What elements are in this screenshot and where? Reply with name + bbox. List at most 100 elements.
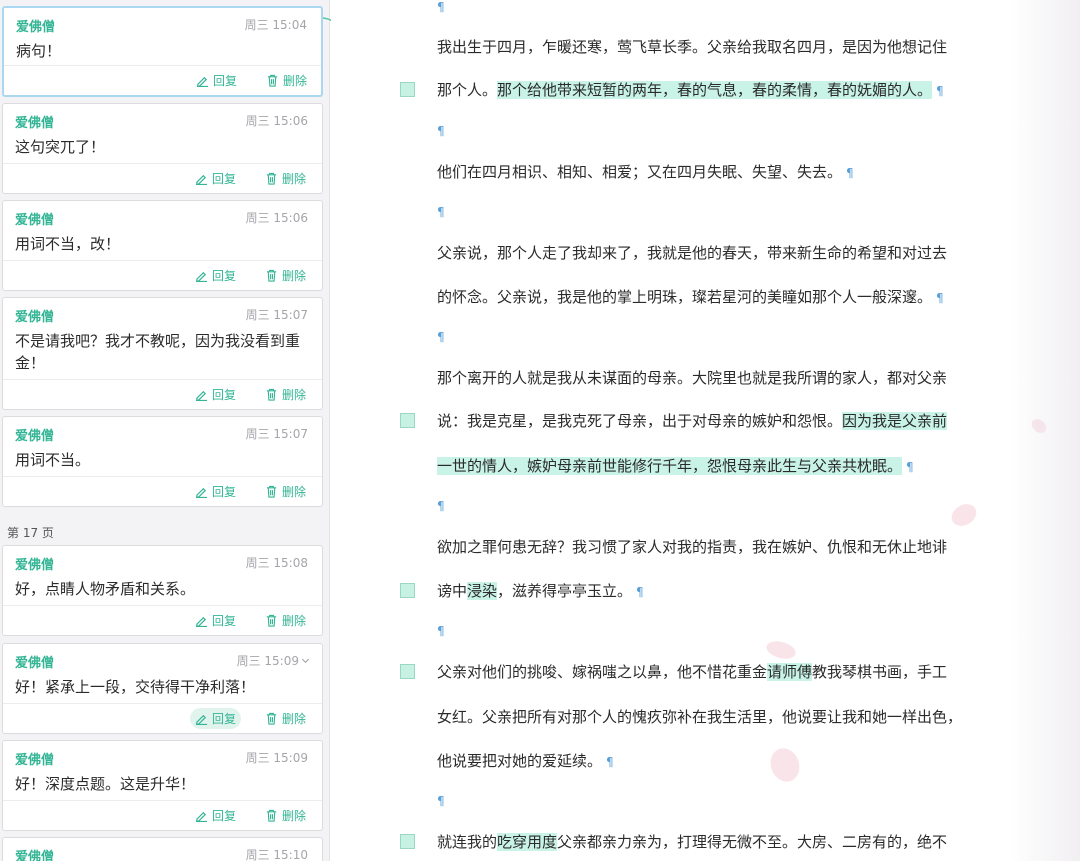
comment-card[interactable]: 爱佛僧 周三 15:09 好！深度点题。这是升华！ 回复 删除 — [2, 740, 323, 831]
comment-card[interactable]: 爱佛僧 周三 15:06 这句突兀了！ 回复 删除 — [2, 103, 323, 194]
highlighted-text[interactable]: 一世的情人，嫉妒母亲前世能修行千年，怨恨母亲此生与父亲共枕眠。 — [437, 457, 903, 475]
delete-button[interactable]: 删除 — [265, 483, 306, 500]
comment-author: 爱佛僧 — [15, 753, 55, 768]
text-run: 女红。父亲把所有对那个人的愧疚弥补在我生活里，他说要让我和她一样出色， — [437, 708, 963, 726]
paragraph-mark: ¶ — [636, 585, 644, 599]
text-run: 那个离开的人就是我从未谋面的母亲。大院里也就是我所谓的家人，都对父亲 — [437, 369, 948, 387]
highlighted-text[interactable]: 吃穿用度 — [497, 833, 558, 851]
text-run: 父亲对他们的挑唆、嫁祸嗤之以鼻，他不惜花重金 — [437, 663, 768, 681]
comment-marker[interactable] — [400, 413, 415, 428]
highlighted-text[interactable]: 请师傅 — [767, 663, 813, 681]
delete-button[interactable]: 删除 — [265, 170, 306, 187]
comment-card[interactable]: 爱佛僧 周三 15:07 用词不当。 回复 删除 — [2, 416, 323, 507]
reply-button[interactable]: 回复 — [196, 72, 237, 89]
delete-button[interactable]: 删除 — [265, 710, 306, 727]
paragraph-mark: ¶ — [606, 755, 614, 769]
reply-button[interactable]: 回复 — [195, 612, 236, 629]
pencil-icon — [195, 390, 208, 401]
pencil-icon — [195, 487, 208, 498]
delete-button[interactable]: 删除 — [265, 807, 306, 824]
comment-marker[interactable] — [400, 834, 415, 849]
reply-label: 回复 — [212, 614, 237, 628]
comment-card[interactable]: 爱佛僧 周三 15:07 不是请我吧？我才不教呢，因为我没看到重金！ 回复 删除 — [2, 297, 323, 410]
page-label: 第 17 页 — [7, 526, 54, 540]
trash-icon — [266, 712, 277, 725]
trash-icon — [266, 614, 277, 627]
comment-time: 周三 15:06 — [245, 114, 308, 128]
paragraph-mark: ¶ — [437, 205, 445, 219]
text-line: 欲加之罪何患无辞？我习惯了家人对我的指责，我在嫉妒、仇恨和无休止地诽 — [437, 536, 947, 557]
trash-icon — [266, 809, 277, 822]
highlighted-text[interactable]: 因为我是父亲前 — [842, 412, 948, 430]
text-line: 女红。父亲把所有对那个人的愧疚弥补在我生活里，他说要让我和她一样出色， — [437, 706, 962, 727]
comment-marker[interactable] — [400, 583, 415, 598]
comment-text: 这句突兀了！ — [15, 138, 106, 156]
text-run: 父亲说，那个人走了我却来了，我就是他的春天，带来新生命的希望和对过去 — [437, 244, 948, 262]
comment-author: 爱佛僧 — [15, 116, 55, 131]
comment-marker[interactable] — [400, 82, 415, 97]
text-line: 说：我是克星，是我克死了母亲，出于对母亲的嫉妒和怨恨。因为我是父亲前 — [437, 410, 948, 431]
comment-card[interactable]: 爱佛僧 周三 15:06 用词不当，改！ 回复 删除 — [2, 200, 323, 291]
delete-button[interactable]: 删除 — [266, 72, 307, 89]
comment-card[interactable]: 爱佛僧 周三 15:04 病句！ 回复 删除 — [2, 6, 323, 97]
comment-marker[interactable] — [400, 664, 415, 679]
comment-text: 好，点睛人物矛盾和关系。 — [15, 580, 196, 598]
text-line: 我出生于四月，乍暖还寒，莺飞草长季。父亲给我取名四月，是因为他想记住 — [437, 36, 947, 57]
text-run: 我出生于四月，乍暖还寒，莺飞草长季。父亲给我取名四月，是因为他想记住 — [437, 38, 948, 56]
reply-button[interactable]: 回复 — [190, 708, 242, 729]
text-line: 谤中浸染，滋养得亭亭玉立。 ¶ — [437, 580, 644, 601]
delete-label: 删除 — [282, 712, 307, 726]
comment-card[interactable]: 爱佛僧 周三 15:09 好！紧承上一段，交待得干净利落！ 回复 删除 — [2, 643, 323, 734]
text-run: 他们在四月相识、相知、相爱；又在四月失眠、失望、失去。 — [437, 163, 843, 181]
delete-button[interactable]: 删除 — [265, 267, 306, 284]
delete-button[interactable]: 删除 — [265, 612, 306, 629]
comment-actions: 回复 删除 — [3, 476, 322, 506]
trash-icon — [267, 74, 278, 87]
reply-label: 回复 — [212, 712, 237, 726]
paragraph-mark: ¶ — [936, 84, 944, 98]
comment-time-text: 周三 15:09 — [236, 654, 299, 668]
text-line: 就连我的吃穿用度父亲都亲力亲为，打理得无微不至。大房、二房有的，绝不 — [437, 831, 947, 852]
comment-author: 爱佛僧 — [15, 310, 55, 325]
highlighted-text[interactable]: 浸染 — [467, 582, 498, 600]
comment-author: 爱佛僧 — [16, 20, 56, 35]
comment-time: 周三 15:04 — [244, 18, 307, 32]
app-window: 爱佛僧 周三 15:04 病句！ 回复 删除 爱佛僧 周三 15:06 这句突兀… — [0, 0, 1080, 861]
text-line: 那个人。那个给他带来短暂的两年，春的气息，春的柔情，春的妩媚的人。 ¶ — [437, 79, 944, 100]
text-run: 的怀念。父亲说，我是他的掌上明珠，璨若星河的美瞳如那个人一般深邃。 — [437, 288, 933, 306]
text-run: ，滋养得亭亭玉立。 — [497, 582, 633, 600]
text-line: 父亲说，那个人走了我却来了，我就是他的春天，带来新生命的希望和对过去 — [437, 242, 947, 263]
reply-button[interactable]: 回复 — [195, 170, 236, 187]
document-page[interactable]: ¶ 我出生于四月，乍暖还寒，莺飞草长季。父亲给我取名四月，是因为他想记住 那个人… — [331, 0, 1080, 861]
comment-text: 好！紧承上一段，交待得干净利落！ — [15, 678, 256, 696]
comment-card[interactable]: 爱佛僧 周三 15:08 好，点睛人物矛盾和关系。 回复 删除 — [2, 545, 323, 636]
petal-decoration — [947, 499, 981, 531]
paragraph-mark: ¶ — [437, 624, 445, 638]
paragraph-mark: ¶ — [437, 0, 445, 14]
paragraph-mark: ¶ — [846, 166, 854, 180]
comment-time: 周三 15:07 — [245, 308, 308, 322]
text-run: 就连我的 — [437, 833, 498, 851]
delete-label: 删除 — [282, 269, 307, 283]
comment-author: 爱佛僧 — [15, 213, 55, 228]
text-run: 教我琴棋书画，手工 — [812, 663, 948, 681]
highlighted-text[interactable]: 那个给他带来短暂的两年，春的气息，春的柔情，春的妩媚的人。 — [497, 81, 933, 99]
comment-text: 病句！ — [16, 42, 62, 60]
chevron-down-icon[interactable] — [301, 656, 310, 665]
reply-button[interactable]: 回复 — [195, 807, 236, 824]
delete-label: 删除 — [283, 74, 308, 88]
comment-card[interactable]: 爱佛僧 周三 15:10 — [2, 837, 323, 861]
comment-time: 周三 15:09 — [245, 751, 308, 765]
reply-button[interactable]: 回复 — [195, 267, 236, 284]
reply-label: 回复 — [212, 269, 237, 283]
reply-button[interactable]: 回复 — [195, 483, 236, 500]
reply-button[interactable]: 回复 — [195, 386, 236, 403]
reply-label: 回复 — [212, 388, 237, 402]
pencil-icon — [195, 174, 208, 185]
comment-time: 周三 15:10 — [245, 848, 308, 861]
paragraph-mark: ¶ — [437, 330, 445, 344]
comment-actions: 回复 删除 — [3, 800, 322, 830]
reply-label: 回复 — [213, 74, 238, 88]
delete-button[interactable]: 删除 — [265, 386, 306, 403]
pencil-icon — [195, 714, 208, 725]
